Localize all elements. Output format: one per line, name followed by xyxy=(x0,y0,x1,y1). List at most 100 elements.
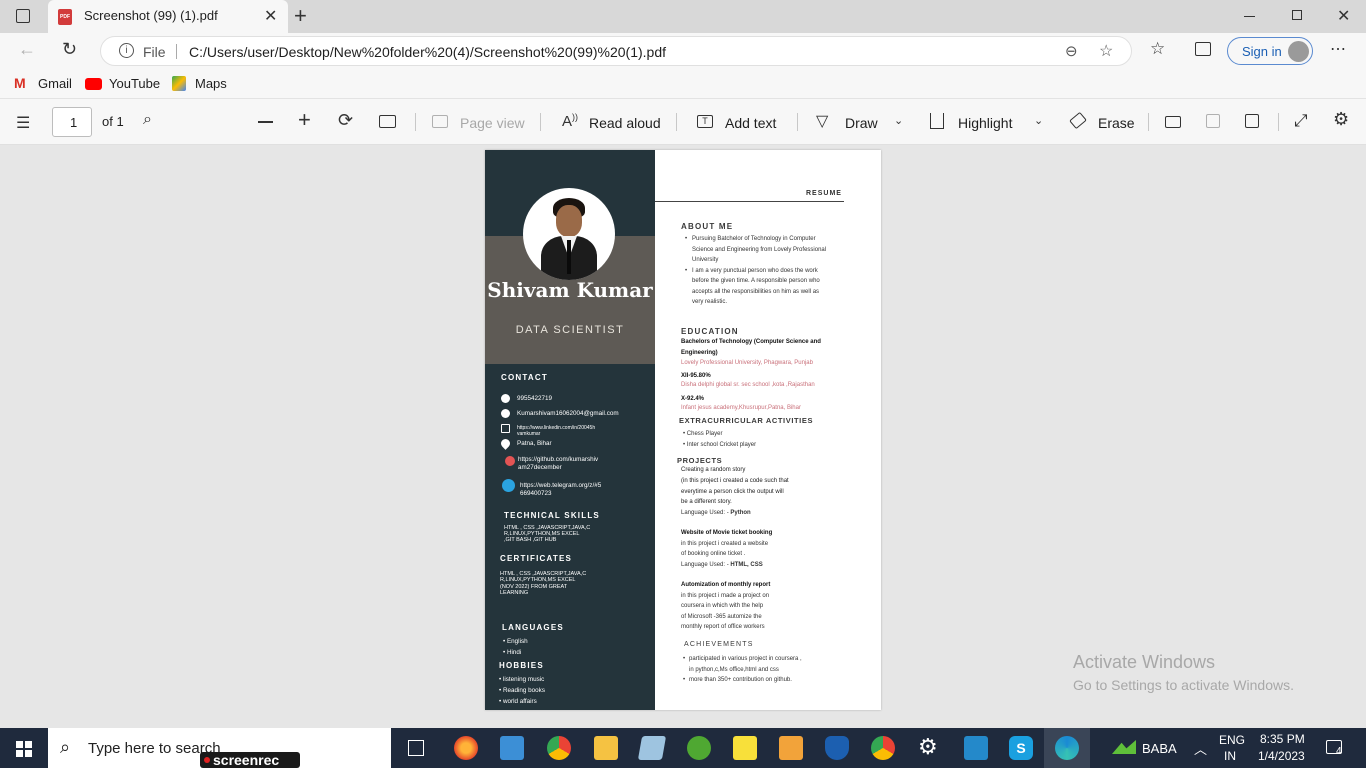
sign-in-button[interactable]: Sign in xyxy=(1227,37,1313,65)
linkedin-icon xyxy=(501,424,510,433)
fullscreen-icon[interactable]: ⤢ xyxy=(1294,111,1308,131)
title-bar: PDF Screenshot (99) (1).pdf ✕ + ✕ xyxy=(0,0,1366,33)
contact-telegram-1: https://web.telegram.org/z/#5 xyxy=(520,482,602,489)
save-as-icon[interactable] xyxy=(1245,114,1259,128)
tray-chevron-up-icon[interactable]: ︿ xyxy=(1194,739,1207,758)
restore-icon[interactable] xyxy=(1292,10,1302,20)
toolbar-separator xyxy=(1148,113,1149,131)
about-heading: ABOUT ME xyxy=(681,222,734,231)
read-aloud-button[interactable]: Read aloud xyxy=(589,115,661,131)
task-view-icon[interactable] xyxy=(408,740,424,756)
p3-line-3: of Microsoft -365 automize the xyxy=(681,613,762,620)
contents-icon[interactable]: ☰ xyxy=(16,113,30,133)
taskbar-user-name[interactable]: BABA xyxy=(1142,741,1177,756)
p1-language-value: Python xyxy=(730,509,751,516)
p1-language-label: Language Used: - xyxy=(681,509,729,516)
technical-skills-heading: TECHNICAL SKILLS xyxy=(504,511,600,520)
highlight-chevron-down-icon[interactable]: ⌄ xyxy=(1034,114,1043,127)
minimize-icon[interactable] xyxy=(1244,16,1255,17)
url-box[interactable]: i File C:/Users/user/Desktop/New%20folde… xyxy=(100,36,1132,66)
ach-2-line-1: more than 350+ contribution on github. xyxy=(689,677,792,683)
about-2-line-2: before the given time. A responsible per… xyxy=(692,278,820,284)
outlook-icon[interactable] xyxy=(779,736,803,760)
sticky-notes-icon[interactable] xyxy=(733,736,757,760)
favorite-gmail[interactable]: Gmail xyxy=(38,76,72,91)
control-panel-icon[interactable] xyxy=(500,736,524,760)
phone-icon xyxy=(501,394,510,403)
draw-chevron-down-icon[interactable]: ⌄ xyxy=(894,114,903,127)
contact-heading: CONTACT xyxy=(501,373,548,382)
gmail-icon: M xyxy=(14,75,26,91)
page-total: of 1 xyxy=(102,114,124,129)
zoom-out-button[interactable] xyxy=(258,121,273,123)
favorites-bar: M Gmail YouTube Maps xyxy=(0,69,1366,99)
browser-tab[interactable]: PDF Screenshot (99) (1).pdf ✕ xyxy=(48,0,288,33)
more-options-icon[interactable]: ⋯ xyxy=(1330,39,1347,59)
tab-title: Screenshot (99) (1).pdf xyxy=(84,8,218,23)
page-number-input[interactable]: 1 xyxy=(52,107,92,137)
file-explorer-icon[interactable] xyxy=(594,736,618,760)
close-tab-icon[interactable]: ✕ xyxy=(264,6,277,26)
p2-language-label: Language Used: - xyxy=(681,561,729,568)
toolbar-separator xyxy=(676,113,677,131)
favorite-maps[interactable]: Maps xyxy=(195,76,227,91)
taskbar-search-box[interactable]: ⌕ Type here to search screenrec xyxy=(48,728,391,768)
highlight-button[interactable]: Highlight xyxy=(958,115,1012,131)
p2-language-value: HTML, CSS xyxy=(730,561,763,568)
hobby-2: Reading books xyxy=(502,687,545,694)
chrome-icon[interactable] xyxy=(547,736,571,760)
p2-language: Language Used: - HTML, CSS xyxy=(681,560,763,571)
rotate-icon[interactable]: ⟳ xyxy=(338,110,353,131)
language-line-2[interactable]: IN xyxy=(1224,749,1236,763)
new-tab-icon[interactable]: + xyxy=(294,3,307,29)
firefox-icon[interactable] xyxy=(454,736,478,760)
settings-gear-icon[interactable]: ⚙ xyxy=(1333,109,1349,130)
email-icon xyxy=(501,409,510,418)
favorites-icon[interactable]: ☆ xyxy=(1150,39,1165,59)
chrome-profile-icon[interactable] xyxy=(871,736,895,760)
defender-icon[interactable] xyxy=(825,736,849,760)
zoom-out-icon[interactable]: ⊖ xyxy=(1065,42,1078,60)
clock-date[interactable]: 1/4/2023 xyxy=(1258,749,1305,763)
add-text-button[interactable]: Add text xyxy=(725,115,776,131)
maps-icon xyxy=(172,76,186,91)
vscode-icon[interactable] xyxy=(964,736,988,760)
ach-bullet-1: • xyxy=(683,656,686,662)
resume-header-label: RESUME xyxy=(806,190,842,197)
settings-icon[interactable]: ⚙ xyxy=(918,734,938,760)
save-icon[interactable] xyxy=(1206,114,1220,128)
telegram-icon xyxy=(502,479,515,492)
favorite-youtube[interactable]: YouTube xyxy=(109,76,160,91)
about-2-line-4: very realistic. xyxy=(692,299,728,305)
photo-tie xyxy=(567,240,571,274)
fit-width-icon[interactable] xyxy=(379,115,396,128)
collections-icon[interactable] xyxy=(1195,42,1211,56)
add-favorite-icon[interactable]: ☆ xyxy=(1099,41,1113,61)
clock-time[interactable]: 8:35 PM xyxy=(1260,732,1305,746)
back-icon[interactable]: ← xyxy=(18,39,36,60)
close-window-icon[interactable]: ✕ xyxy=(1337,6,1350,26)
activate-windows-title: Activate Windows xyxy=(1073,652,1216,672)
print-icon[interactable] xyxy=(1165,116,1181,128)
notepad-icon[interactable] xyxy=(637,736,667,760)
utorrent-icon[interactable] xyxy=(687,736,711,760)
erase-button[interactable]: Erase xyxy=(1098,115,1135,131)
zoom-in-button[interactable]: + xyxy=(298,107,311,133)
projects-heading: PROJECTS xyxy=(677,456,723,465)
find-icon[interactable]: ⌕ xyxy=(143,111,152,129)
draw-button[interactable]: Draw xyxy=(845,115,878,131)
certificates-heading: CERTIFICATES xyxy=(500,554,573,563)
url-text[interactable]: C:/Users/user/Desktop/New%20folder%20(4)… xyxy=(189,44,666,60)
ach-1-line-2: in python,c,Ms office,html and css xyxy=(689,666,779,673)
hobby-item: • world affairs xyxy=(499,698,537,705)
contact-telegram-2: 669400723 xyxy=(520,490,552,497)
edge-icon[interactable] xyxy=(1055,736,1079,760)
refresh-icon[interactable]: ↻ xyxy=(62,39,77,60)
tab-actions-icon[interactable] xyxy=(16,9,30,23)
page-view-button[interactable]: Page view xyxy=(460,115,525,131)
skype-icon[interactable]: S xyxy=(1009,736,1033,760)
pdf-viewer[interactable]: Shivam Kumar DATA SCIENTIST CONTACT 9955… xyxy=(0,145,1366,728)
language-line-1[interactable]: ENG xyxy=(1219,733,1245,747)
windows-start-icon[interactable] xyxy=(16,741,32,757)
p3-line-2: coursera in which with the help xyxy=(681,603,764,609)
